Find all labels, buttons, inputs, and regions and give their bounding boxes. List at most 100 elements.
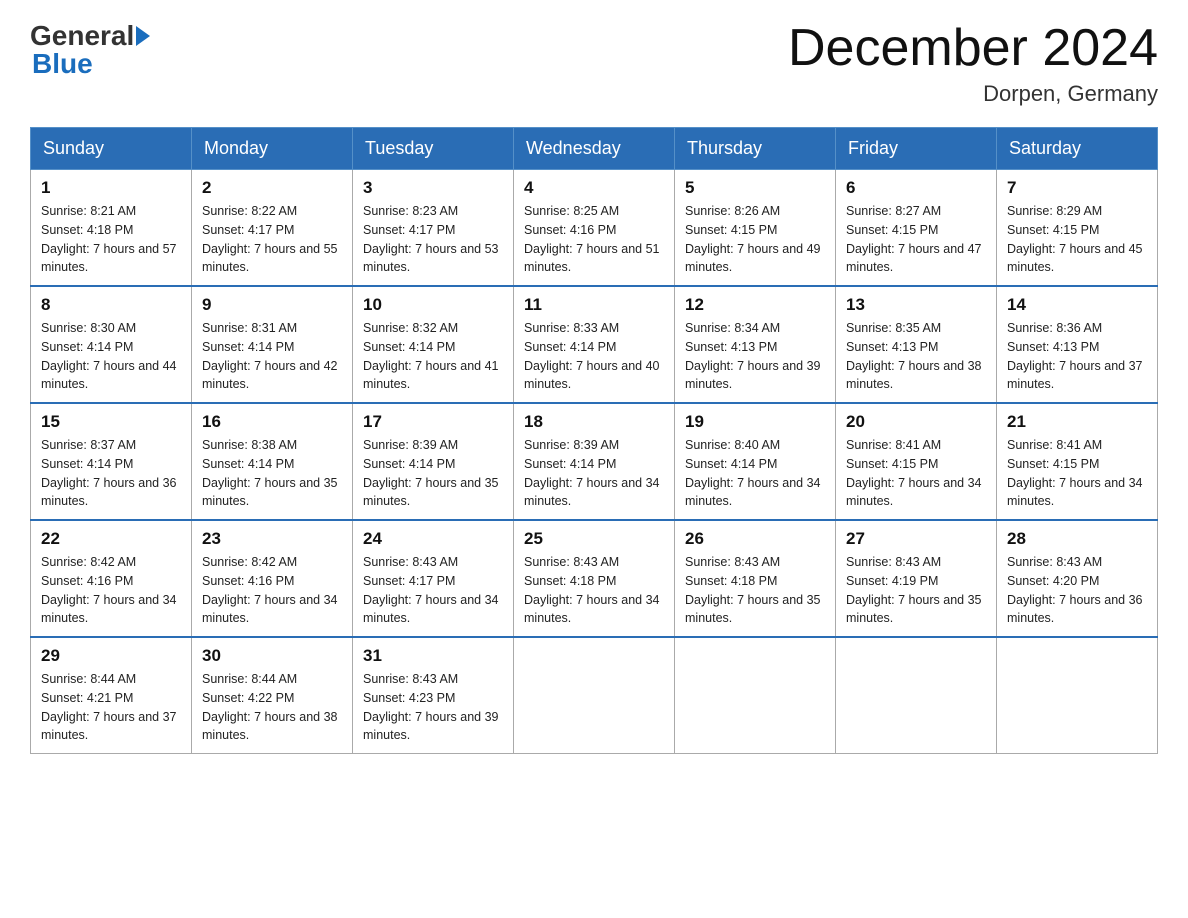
day-info: Sunrise: 8:34 AMSunset: 4:13 PMDaylight:… bbox=[685, 321, 821, 391]
calendar-header-monday: Monday bbox=[192, 128, 353, 170]
month-title: December 2024 bbox=[788, 20, 1158, 77]
calendar-cell: 15 Sunrise: 8:37 AMSunset: 4:14 PMDaylig… bbox=[31, 403, 192, 520]
calendar-cell: 3 Sunrise: 8:23 AMSunset: 4:17 PMDayligh… bbox=[353, 170, 514, 287]
calendar-cell: 30 Sunrise: 8:44 AMSunset: 4:22 PMDaylig… bbox=[192, 637, 353, 754]
day-info: Sunrise: 8:43 AMSunset: 4:20 PMDaylight:… bbox=[1007, 555, 1143, 625]
day-info: Sunrise: 8:25 AMSunset: 4:16 PMDaylight:… bbox=[524, 204, 660, 274]
calendar-cell: 10 Sunrise: 8:32 AMSunset: 4:14 PMDaylig… bbox=[353, 286, 514, 403]
calendar-cell: 13 Sunrise: 8:35 AMSunset: 4:13 PMDaylig… bbox=[836, 286, 997, 403]
day-info: Sunrise: 8:39 AMSunset: 4:14 PMDaylight:… bbox=[524, 438, 660, 508]
day-info: Sunrise: 8:42 AMSunset: 4:16 PMDaylight:… bbox=[202, 555, 338, 625]
day-number: 28 bbox=[1007, 529, 1147, 549]
day-info: Sunrise: 8:31 AMSunset: 4:14 PMDaylight:… bbox=[202, 321, 338, 391]
calendar-header-sunday: Sunday bbox=[31, 128, 192, 170]
day-number: 2 bbox=[202, 178, 342, 198]
day-number: 30 bbox=[202, 646, 342, 666]
calendar-cell: 7 Sunrise: 8:29 AMSunset: 4:15 PMDayligh… bbox=[997, 170, 1158, 287]
day-info: Sunrise: 8:43 AMSunset: 4:17 PMDaylight:… bbox=[363, 555, 499, 625]
day-info: Sunrise: 8:38 AMSunset: 4:14 PMDaylight:… bbox=[202, 438, 338, 508]
day-number: 18 bbox=[524, 412, 664, 432]
title-area: December 2024 Dorpen, Germany bbox=[788, 20, 1158, 107]
day-number: 1 bbox=[41, 178, 181, 198]
day-number: 5 bbox=[685, 178, 825, 198]
calendar-cell: 28 Sunrise: 8:43 AMSunset: 4:20 PMDaylig… bbox=[997, 520, 1158, 637]
day-number: 31 bbox=[363, 646, 503, 666]
location: Dorpen, Germany bbox=[788, 81, 1158, 107]
calendar-cell: 12 Sunrise: 8:34 AMSunset: 4:13 PMDaylig… bbox=[675, 286, 836, 403]
day-number: 27 bbox=[846, 529, 986, 549]
day-number: 7 bbox=[1007, 178, 1147, 198]
calendar-week-row: 1 Sunrise: 8:21 AMSunset: 4:18 PMDayligh… bbox=[31, 170, 1158, 287]
calendar-header-row: SundayMondayTuesdayWednesdayThursdayFrid… bbox=[31, 128, 1158, 170]
day-number: 26 bbox=[685, 529, 825, 549]
day-number: 9 bbox=[202, 295, 342, 315]
day-number: 22 bbox=[41, 529, 181, 549]
calendar-week-row: 15 Sunrise: 8:37 AMSunset: 4:14 PMDaylig… bbox=[31, 403, 1158, 520]
day-info: Sunrise: 8:44 AMSunset: 4:21 PMDaylight:… bbox=[41, 672, 177, 742]
day-info: Sunrise: 8:35 AMSunset: 4:13 PMDaylight:… bbox=[846, 321, 982, 391]
day-number: 16 bbox=[202, 412, 342, 432]
day-info: Sunrise: 8:32 AMSunset: 4:14 PMDaylight:… bbox=[363, 321, 499, 391]
calendar-cell bbox=[836, 637, 997, 754]
calendar-cell: 6 Sunrise: 8:27 AMSunset: 4:15 PMDayligh… bbox=[836, 170, 997, 287]
day-number: 12 bbox=[685, 295, 825, 315]
calendar-cell: 4 Sunrise: 8:25 AMSunset: 4:16 PMDayligh… bbox=[514, 170, 675, 287]
calendar-cell: 21 Sunrise: 8:41 AMSunset: 4:15 PMDaylig… bbox=[997, 403, 1158, 520]
day-number: 14 bbox=[1007, 295, 1147, 315]
calendar-cell: 29 Sunrise: 8:44 AMSunset: 4:21 PMDaylig… bbox=[31, 637, 192, 754]
day-number: 4 bbox=[524, 178, 664, 198]
day-info: Sunrise: 8:42 AMSunset: 4:16 PMDaylight:… bbox=[41, 555, 177, 625]
calendar-cell: 5 Sunrise: 8:26 AMSunset: 4:15 PMDayligh… bbox=[675, 170, 836, 287]
day-number: 15 bbox=[41, 412, 181, 432]
day-info: Sunrise: 8:43 AMSunset: 4:18 PMDaylight:… bbox=[685, 555, 821, 625]
day-info: Sunrise: 8:44 AMSunset: 4:22 PMDaylight:… bbox=[202, 672, 338, 742]
calendar-cell: 27 Sunrise: 8:43 AMSunset: 4:19 PMDaylig… bbox=[836, 520, 997, 637]
day-info: Sunrise: 8:41 AMSunset: 4:15 PMDaylight:… bbox=[846, 438, 982, 508]
calendar-cell: 18 Sunrise: 8:39 AMSunset: 4:14 PMDaylig… bbox=[514, 403, 675, 520]
calendar-cell: 14 Sunrise: 8:36 AMSunset: 4:13 PMDaylig… bbox=[997, 286, 1158, 403]
calendar-header-wednesday: Wednesday bbox=[514, 128, 675, 170]
calendar-cell: 9 Sunrise: 8:31 AMSunset: 4:14 PMDayligh… bbox=[192, 286, 353, 403]
day-number: 24 bbox=[363, 529, 503, 549]
day-info: Sunrise: 8:43 AMSunset: 4:18 PMDaylight:… bbox=[524, 555, 660, 625]
day-info: Sunrise: 8:27 AMSunset: 4:15 PMDaylight:… bbox=[846, 204, 982, 274]
day-info: Sunrise: 8:40 AMSunset: 4:14 PMDaylight:… bbox=[685, 438, 821, 508]
logo-blue: Blue bbox=[32, 48, 93, 79]
day-number: 29 bbox=[41, 646, 181, 666]
day-number: 10 bbox=[363, 295, 503, 315]
day-info: Sunrise: 8:37 AMSunset: 4:14 PMDaylight:… bbox=[41, 438, 177, 508]
calendar-cell: 24 Sunrise: 8:43 AMSunset: 4:17 PMDaylig… bbox=[353, 520, 514, 637]
calendar-cell: 16 Sunrise: 8:38 AMSunset: 4:14 PMDaylig… bbox=[192, 403, 353, 520]
day-info: Sunrise: 8:23 AMSunset: 4:17 PMDaylight:… bbox=[363, 204, 499, 274]
calendar-cell: 26 Sunrise: 8:43 AMSunset: 4:18 PMDaylig… bbox=[675, 520, 836, 637]
day-info: Sunrise: 8:39 AMSunset: 4:14 PMDaylight:… bbox=[363, 438, 499, 508]
calendar-cell: 2 Sunrise: 8:22 AMSunset: 4:17 PMDayligh… bbox=[192, 170, 353, 287]
day-number: 23 bbox=[202, 529, 342, 549]
calendar-cell: 8 Sunrise: 8:30 AMSunset: 4:14 PMDayligh… bbox=[31, 286, 192, 403]
logo: General Blue bbox=[30, 20, 152, 80]
day-info: Sunrise: 8:21 AMSunset: 4:18 PMDaylight:… bbox=[41, 204, 177, 274]
calendar-cell: 11 Sunrise: 8:33 AMSunset: 4:14 PMDaylig… bbox=[514, 286, 675, 403]
calendar-cell bbox=[514, 637, 675, 754]
calendar-cell: 25 Sunrise: 8:43 AMSunset: 4:18 PMDaylig… bbox=[514, 520, 675, 637]
calendar-cell: 17 Sunrise: 8:39 AMSunset: 4:14 PMDaylig… bbox=[353, 403, 514, 520]
calendar-cell bbox=[675, 637, 836, 754]
calendar-cell: 20 Sunrise: 8:41 AMSunset: 4:15 PMDaylig… bbox=[836, 403, 997, 520]
calendar-cell: 22 Sunrise: 8:42 AMSunset: 4:16 PMDaylig… bbox=[31, 520, 192, 637]
day-number: 19 bbox=[685, 412, 825, 432]
day-info: Sunrise: 8:36 AMSunset: 4:13 PMDaylight:… bbox=[1007, 321, 1143, 391]
calendar-cell: 1 Sunrise: 8:21 AMSunset: 4:18 PMDayligh… bbox=[31, 170, 192, 287]
day-info: Sunrise: 8:41 AMSunset: 4:15 PMDaylight:… bbox=[1007, 438, 1143, 508]
calendar-cell: 23 Sunrise: 8:42 AMSunset: 4:16 PMDaylig… bbox=[192, 520, 353, 637]
day-number: 13 bbox=[846, 295, 986, 315]
day-number: 11 bbox=[524, 295, 664, 315]
day-number: 21 bbox=[1007, 412, 1147, 432]
calendar-week-row: 29 Sunrise: 8:44 AMSunset: 4:21 PMDaylig… bbox=[31, 637, 1158, 754]
calendar-cell: 19 Sunrise: 8:40 AMSunset: 4:14 PMDaylig… bbox=[675, 403, 836, 520]
calendar-table: SundayMondayTuesdayWednesdayThursdayFrid… bbox=[30, 127, 1158, 754]
calendar-week-row: 22 Sunrise: 8:42 AMSunset: 4:16 PMDaylig… bbox=[31, 520, 1158, 637]
day-number: 3 bbox=[363, 178, 503, 198]
calendar-cell: 31 Sunrise: 8:43 AMSunset: 4:23 PMDaylig… bbox=[353, 637, 514, 754]
day-number: 20 bbox=[846, 412, 986, 432]
day-info: Sunrise: 8:30 AMSunset: 4:14 PMDaylight:… bbox=[41, 321, 177, 391]
